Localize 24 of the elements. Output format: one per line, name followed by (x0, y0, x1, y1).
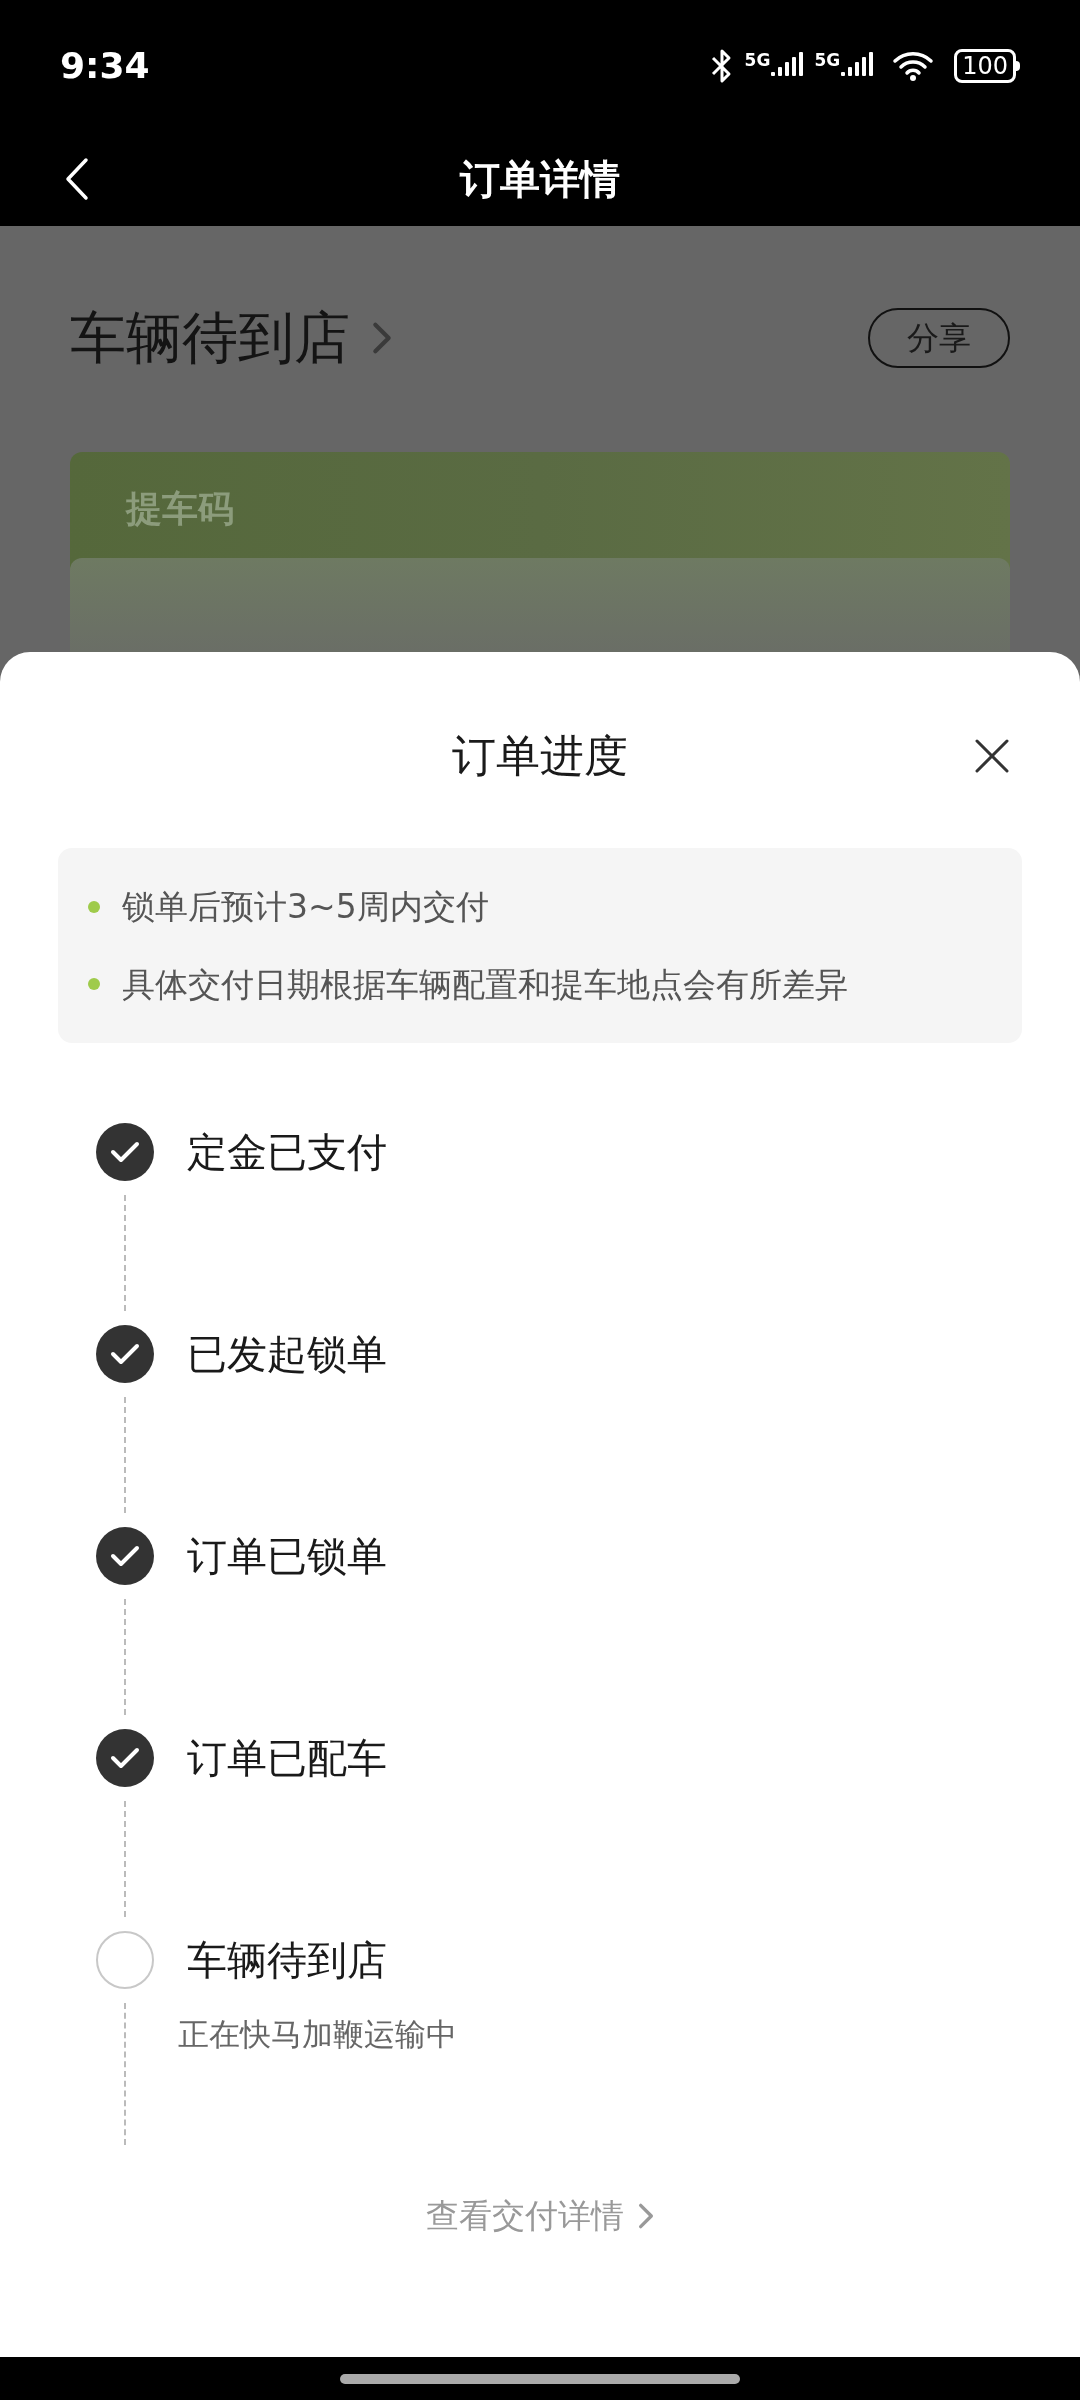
back-icon[interactable] (64, 157, 90, 201)
home-indicator[interactable] (340, 2373, 740, 2384)
network-label: 5G (814, 52, 841, 69)
delivery-details-link[interactable]: 查看交付详情 (426, 2191, 624, 2241)
step-label: 订单已配车 (187, 1734, 387, 1783)
chevron-right-icon (638, 2201, 654, 2230)
step-label: 已发起锁单 (187, 1330, 387, 1379)
step-description: 正在快马加鞭运输中 (178, 2015, 457, 2054)
step-label: 订单已锁单 (187, 1532, 387, 1581)
order-status-title[interactable]: 车辆待到店 (70, 296, 350, 380)
card-label: 提车码 (126, 487, 234, 531)
sheet-title: 订单进度 (452, 729, 628, 783)
note-text: 锁单后预计3~5周内交付 (122, 886, 489, 928)
step-label: 车辆待到店 (187, 1936, 387, 1985)
page-title: 订单详情 (460, 155, 620, 204)
wifi-icon (892, 50, 935, 82)
chevron-right-icon (372, 321, 392, 355)
status-time: 9:34 (60, 44, 150, 88)
network-label: 5G (744, 52, 771, 69)
step-label: 定金已支付 (187, 1128, 387, 1177)
note-text: 具体交付日期根据车辆配置和提车地点会有所差异 (122, 963, 848, 1006)
share-button[interactable]: 分享 (868, 308, 1010, 368)
close-icon[interactable] (974, 738, 1010, 774)
battery-indicator: 100 (954, 49, 1020, 83)
